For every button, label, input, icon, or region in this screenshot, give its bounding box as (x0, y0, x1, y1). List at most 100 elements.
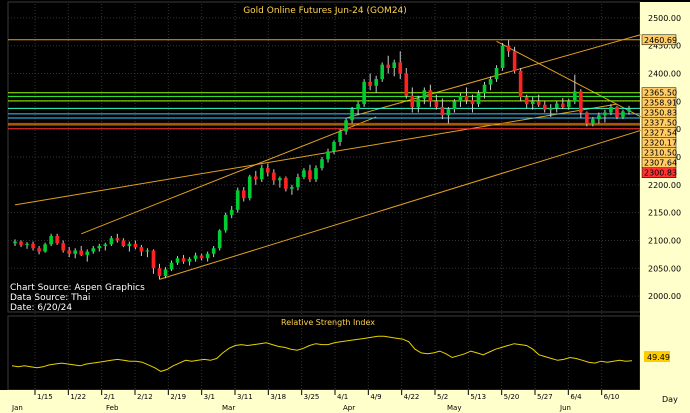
x-tick-label: 1/15 (37, 393, 53, 401)
candle-up (356, 104, 360, 110)
x-month-label: Apr (343, 404, 355, 412)
candle-up (145, 250, 150, 252)
candle-up (374, 79, 378, 86)
x-tick-label: 4/9 (370, 393, 381, 401)
candle-down (470, 100, 475, 105)
candle-up (338, 131, 342, 142)
candle-up (229, 209, 234, 215)
candle-up (43, 244, 47, 252)
candle-down (19, 241, 23, 245)
level-label: 2320.17 (644, 139, 677, 148)
candle-down (266, 168, 270, 173)
candle-up (302, 170, 306, 178)
candle-down (428, 90, 433, 102)
candle-down (241, 190, 246, 199)
candle-up (109, 238, 114, 245)
candle-up (597, 115, 601, 120)
x-month-label: Jan (11, 404, 23, 412)
candle-down (398, 62, 403, 74)
candle-up (566, 101, 571, 107)
candle-down (37, 248, 41, 252)
candle-down (151, 250, 156, 269)
candle-up (235, 190, 240, 210)
candle-up (205, 253, 210, 259)
x-tick-label: 3/11 (237, 393, 253, 401)
level-label: 2365.50 (644, 89, 677, 98)
background (0, 0, 690, 413)
candle-up (326, 151, 330, 160)
candle-down (253, 176, 258, 180)
candle-up (350, 109, 354, 121)
candle-up (458, 95, 463, 102)
candle-up (452, 101, 457, 110)
candle-up (187, 258, 192, 262)
level-label: 2337.50 (644, 119, 677, 128)
y-tick-label: 2500.00 (648, 14, 681, 23)
x-month-label: Feb (106, 404, 119, 412)
rsi-title: Relative Strength Index (281, 318, 375, 327)
level-label: 2310.50 (644, 149, 677, 158)
candle-up (169, 262, 174, 270)
level-label: 2327.54 (644, 129, 677, 138)
y-tick-label: 2150.00 (648, 209, 681, 218)
candle-up (260, 168, 264, 180)
candle-up (554, 103, 559, 109)
candle-up (211, 248, 216, 254)
candle-up (482, 84, 487, 94)
level-label: 2307.64 (644, 159, 677, 168)
y-axis-panel (640, 2, 690, 390)
chart-window: 2000.002050.002100.002150.002200.002250.… (0, 0, 690, 413)
candle-down (133, 243, 138, 248)
candle-up (73, 250, 78, 254)
candle-down (55, 236, 59, 244)
candle-down (440, 106, 445, 116)
candle-down (536, 101, 541, 105)
annotation-date: Date: 6/20/24 (10, 303, 72, 313)
x-tick-label: 1/22 (70, 393, 86, 401)
x-tick-label: 3/25 (304, 393, 320, 401)
candle-up (175, 258, 180, 263)
candle-up (362, 81, 366, 105)
x-tick-label: 2/12 (137, 393, 153, 401)
candle-down (524, 96, 529, 105)
candle-down (404, 73, 409, 96)
candle-down (284, 178, 288, 189)
candle-up (91, 248, 96, 252)
candle-down (579, 91, 583, 113)
level-label: 2300.83 (644, 169, 677, 178)
candle-up (278, 178, 282, 181)
candle-down (121, 240, 126, 247)
candle-down (272, 172, 276, 181)
level-label: 2460.69 (644, 36, 677, 45)
candle-up (548, 108, 553, 110)
candle-up (609, 106, 613, 113)
x-month-label: Jun (559, 404, 571, 412)
candle-down (31, 243, 35, 249)
candle-up (603, 112, 607, 116)
x-tick-label: 5/20 (504, 393, 520, 401)
candle-up (344, 120, 348, 132)
x-tick-label: 6/10 (604, 393, 620, 401)
candle-up (25, 243, 29, 245)
candle-up (573, 91, 577, 102)
candle-down (386, 64, 391, 68)
candle-up (591, 119, 595, 124)
candle-down (542, 104, 547, 110)
candle-up (332, 141, 336, 152)
x-tick-label: 3/18 (270, 393, 286, 401)
candle-down (518, 70, 523, 97)
candle-down (512, 51, 517, 71)
level-label: 2358.91 (644, 99, 677, 108)
x-tick-label: 6/4 (570, 393, 582, 401)
y-tick-label: 2000.00 (648, 292, 681, 301)
candle-down (139, 247, 144, 252)
candle-down (368, 81, 372, 86)
candle-up (97, 246, 102, 249)
annotation-data: Data Source: Thai (10, 293, 90, 303)
candle-up (621, 111, 625, 117)
candle-up (163, 269, 168, 277)
x-tick-label: 5/13 (470, 393, 486, 401)
candle-down (199, 255, 204, 259)
candle-down (464, 95, 469, 101)
candle-up (193, 255, 198, 259)
